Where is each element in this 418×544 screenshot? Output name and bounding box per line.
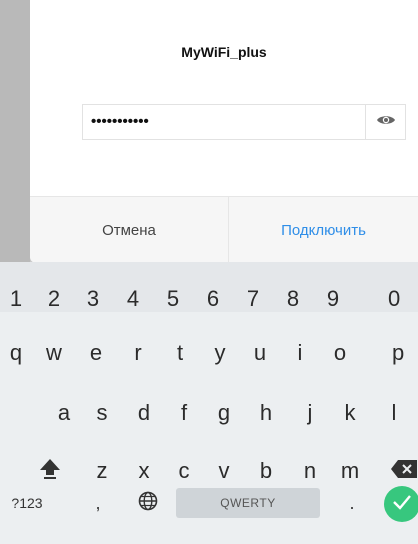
key-5[interactable]: 5: [153, 284, 193, 314]
key-x[interactable]: x: [124, 456, 164, 486]
backspace-key[interactable]: [390, 458, 418, 484]
key-h[interactable]: h: [246, 398, 286, 428]
password-field[interactable]: •••••••••••: [82, 104, 406, 140]
shift-key[interactable]: [36, 454, 64, 488]
key-u[interactable]: u: [240, 338, 280, 368]
key-n[interactable]: n: [290, 456, 330, 486]
key-s[interactable]: s: [82, 398, 122, 428]
key-v[interactable]: v: [204, 456, 244, 486]
key-3[interactable]: 3: [73, 284, 113, 314]
key-j[interactable]: j: [290, 398, 330, 428]
backspace-icon: [390, 459, 418, 484]
key-a[interactable]: a: [44, 398, 84, 428]
key-1[interactable]: 1: [0, 284, 36, 314]
space-bar[interactable]: QWERTY: [176, 488, 320, 518]
key-k[interactable]: k: [330, 398, 370, 428]
wifi-password-dialog: MyWiFi_plus ••••••••••• Отмена Подключит…: [0, 0, 418, 263]
eye-icon: [376, 113, 396, 132]
show-password-button[interactable]: [366, 105, 406, 139]
shift-icon: [39, 457, 61, 486]
key-b[interactable]: b: [246, 456, 286, 486]
key-t[interactable]: t: [160, 338, 200, 368]
cancel-button[interactable]: Отмена: [30, 197, 228, 263]
background-overlay: [0, 0, 30, 262]
globe-icon: [138, 491, 158, 516]
check-icon: [392, 494, 412, 515]
symbols-key[interactable]: ?123: [2, 488, 52, 518]
comma-key[interactable]: ,: [80, 488, 116, 518]
key-w[interactable]: w: [34, 338, 74, 368]
network-name-title: MyWiFi_plus: [181, 44, 267, 60]
key-z[interactable]: z: [82, 456, 122, 486]
key-4[interactable]: 4: [113, 284, 153, 314]
dialog-actions: Отмена Подключить: [30, 196, 418, 263]
key-y[interactable]: y: [200, 338, 240, 368]
key-m[interactable]: m: [330, 456, 370, 486]
key-r[interactable]: r: [118, 338, 158, 368]
key-l[interactable]: l: [374, 398, 414, 428]
key-7[interactable]: 7: [233, 284, 273, 314]
key-d[interactable]: d: [124, 398, 164, 428]
enter-key[interactable]: [384, 486, 418, 522]
key-e[interactable]: e: [76, 338, 116, 368]
key-o[interactable]: o: [320, 338, 360, 368]
password-input-value[interactable]: •••••••••••: [91, 113, 149, 130]
key-p[interactable]: p: [392, 338, 418, 368]
key-8[interactable]: 8: [273, 284, 313, 314]
key-2[interactable]: 2: [34, 284, 74, 314]
key-q[interactable]: q: [0, 338, 36, 368]
key-6[interactable]: 6: [193, 284, 233, 314]
key-c[interactable]: c: [164, 456, 204, 486]
key-i[interactable]: i: [280, 338, 320, 368]
key-g[interactable]: g: [204, 398, 244, 428]
period-key[interactable]: .: [334, 488, 370, 518]
key-f[interactable]: f: [164, 398, 204, 428]
key-9[interactable]: 9: [313, 284, 353, 314]
connect-button[interactable]: Подключить: [229, 197, 418, 263]
language-key[interactable]: [134, 488, 162, 518]
key-0[interactable]: 0: [388, 284, 418, 314]
